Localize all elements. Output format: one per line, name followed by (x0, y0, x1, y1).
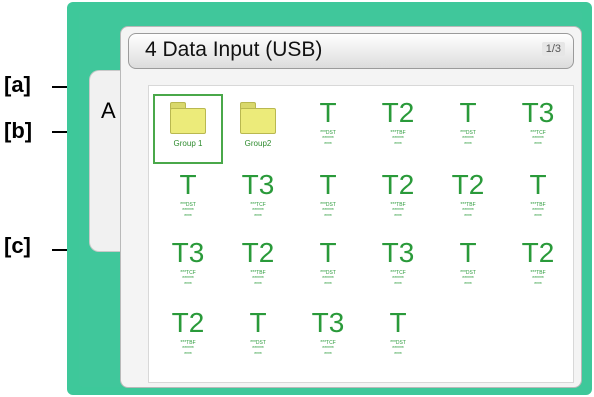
file-subtext: ***TCF ****** **** (320, 340, 336, 358)
file-item[interactable]: T2 ***TBF ****** **** (365, 168, 431, 234)
file-code: T (319, 169, 337, 200)
file-subtext: ***TBF ****** **** (460, 202, 476, 220)
title-bar: 4 Data Input (USB) 1/3 (128, 33, 574, 69)
file-code: T2 (381, 97, 415, 128)
file-subtext: ***DST ****** **** (460, 130, 476, 148)
file-item[interactable]: T3 ***TCF ****** **** (155, 236, 221, 302)
file-code: T (319, 97, 337, 128)
file-subtext: ***DST ****** **** (180, 202, 196, 220)
file-code: T3 (241, 169, 275, 200)
file-item[interactable]: T3 ***TCF ****** **** (295, 306, 361, 372)
file-code: T2 (381, 169, 415, 200)
file-subtext: ***TBF ****** **** (390, 130, 406, 148)
folder-group-2[interactable]: Group2 (225, 96, 291, 162)
file-subtext: ***TCF ****** **** (530, 130, 546, 148)
file-item[interactable]: T3 ***TCF ****** **** (365, 236, 431, 302)
window-title: 4 Data Input (USB) (145, 38, 323, 61)
file-subtext: ***TBF ****** **** (530, 270, 546, 288)
side-tab-letter: A (101, 98, 116, 123)
file-subtext: ***DST ****** **** (460, 270, 476, 288)
file-item[interactable]: T ***DST ****** **** (295, 96, 361, 162)
file-code: T2 (171, 307, 205, 338)
file-item[interactable]: T ***DST ****** **** (435, 236, 501, 302)
file-item[interactable]: T ***DST ****** **** (155, 168, 221, 234)
file-item[interactable]: T2 ***TBF ****** **** (155, 306, 221, 372)
file-code: T (249, 307, 267, 338)
file-subtext: ***TCF ****** **** (390, 270, 406, 288)
file-code: T (319, 237, 337, 268)
file-code: T (529, 169, 547, 200)
callout-b: [b] (4, 118, 33, 143)
file-code: T (459, 97, 477, 128)
file-subtext: ***TBF ****** **** (530, 202, 546, 220)
file-code: T (179, 169, 197, 200)
file-code: T3 (521, 97, 555, 128)
folder-icon (170, 102, 206, 134)
file-item[interactable]: T ***DST ****** **** (225, 306, 291, 372)
file-item[interactable]: T ***DST ****** **** (295, 236, 361, 302)
file-item[interactable]: T2 ***TBF ****** **** (435, 168, 501, 234)
file-item[interactable]: T ***DST ****** **** (295, 168, 361, 234)
folder-group-1[interactable]: Group 1 (153, 94, 223, 164)
file-grid: Group 1 Group2 T ***DST ****** **** T2 ***… (148, 85, 574, 383)
file-subtext: ***DST ****** **** (320, 270, 336, 288)
file-item[interactable]: T ***TBF ****** **** (505, 168, 571, 234)
folder-label: Group2 (244, 139, 272, 148)
file-code: T (389, 307, 407, 338)
file-item[interactable]: T2 ***TBF ****** **** (505, 236, 571, 302)
file-subtext: ***TBF ****** **** (180, 340, 196, 358)
file-subtext: ***DST ****** **** (250, 340, 266, 358)
page-indicator: 1/3 (541, 42, 565, 56)
file-item[interactable]: T ***DST ****** **** (435, 96, 501, 162)
file-code: T2 (521, 237, 555, 268)
file-subtext: ***TCF ****** **** (180, 270, 196, 288)
callout-a: [a] (4, 72, 31, 97)
file-subtext: ***TBF ****** **** (390, 202, 406, 220)
file-item[interactable]: T2 ***TBF ****** **** (365, 96, 431, 162)
file-subtext: ***DST ****** **** (390, 340, 406, 358)
file-item[interactable]: T3 ***TCF ****** **** (505, 96, 571, 162)
callout-c: [c] (4, 233, 31, 258)
file-item[interactable]: T ***DST ****** **** (365, 306, 431, 372)
file-subtext: ***DST ****** **** (320, 130, 336, 148)
folder-label: Group 1 (173, 139, 203, 148)
file-subtext: ***DST ****** **** (320, 202, 336, 220)
file-code: T (459, 237, 477, 268)
file-code: T2 (241, 237, 275, 268)
file-item[interactable]: T2 ***TBF ****** **** (225, 236, 291, 302)
file-item[interactable]: T3 ***TCF ****** **** (225, 168, 291, 234)
file-code: T3 (311, 307, 345, 338)
file-code: T3 (381, 237, 415, 268)
file-code: T3 (171, 237, 205, 268)
folder-icon (240, 102, 276, 134)
file-code: T2 (451, 169, 485, 200)
file-subtext: ***TCF ****** **** (250, 202, 266, 220)
file-subtext: ***TBF ****** **** (250, 270, 266, 288)
